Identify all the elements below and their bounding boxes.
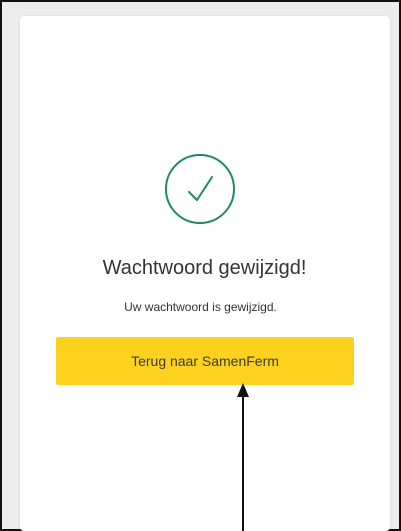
page-title: Wachtwoord gewijzigd! bbox=[102, 257, 307, 279]
back-to-samenferm-button[interactable]: Terug naar SamenFerm bbox=[56, 337, 354, 385]
success-message: Uw wachtwoord is gewijzigd. bbox=[124, 300, 277, 314]
annotation-arrow-icon bbox=[237, 383, 249, 531]
checkmark-circle-icon bbox=[165, 154, 235, 224]
